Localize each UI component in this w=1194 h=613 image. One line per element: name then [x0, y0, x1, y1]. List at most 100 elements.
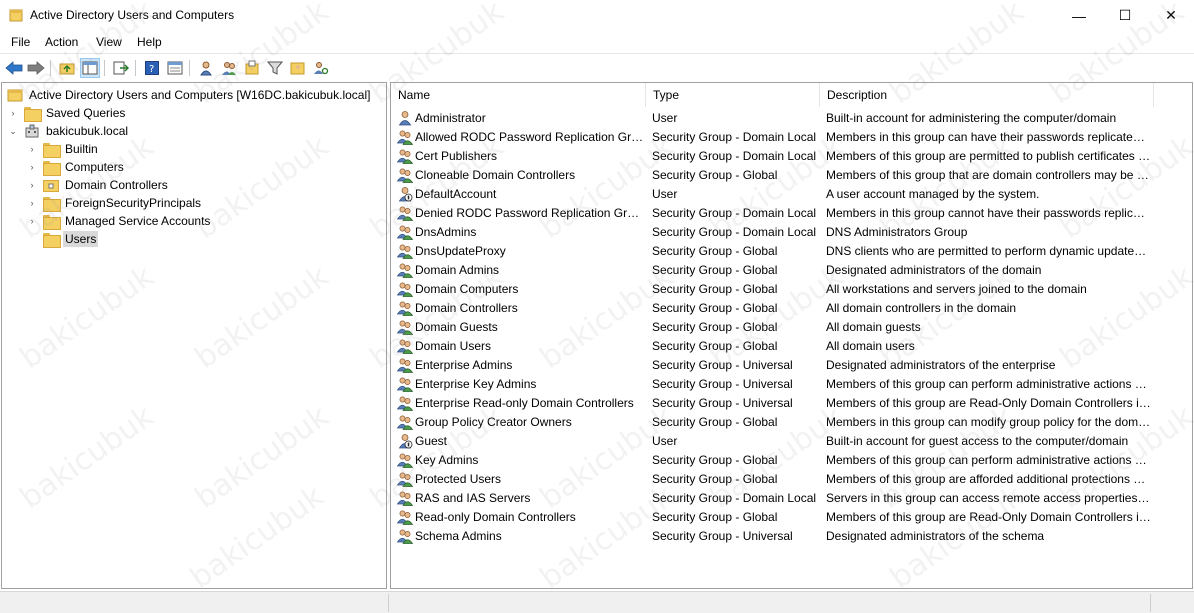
menu-help[interactable]: Help	[137, 35, 162, 49]
find-icon[interactable]	[311, 58, 331, 78]
column-header-type[interactable]: Type	[646, 83, 820, 107]
group-icon	[396, 129, 414, 145]
minimize-button[interactable]: —	[1056, 0, 1102, 31]
chevron-right-icon[interactable]: ›	[26, 143, 38, 155]
tree-item-managed-service-accounts[interactable]: › Managed Service Accounts	[26, 212, 212, 230]
chevron-right-icon[interactable]: ›	[26, 161, 38, 173]
disabled-user-icon	[397, 186, 413, 202]
table-row[interactable]: Domain Computers Security Group - Global A…	[391, 280, 1192, 299]
cell-type: Security Group - Universal	[652, 377, 793, 391]
menu-file[interactable]: File	[11, 35, 30, 49]
cell-name: Cert Publishers	[415, 149, 498, 163]
cell-description: Members in this group can have their pas…	[826, 130, 1151, 144]
forward-arrow-icon[interactable]	[26, 58, 46, 78]
menu-view[interactable]: View	[96, 35, 122, 49]
tree-item-domain[interactable]: ⌄ bakicubuk.local	[7, 122, 130, 140]
table-row[interactable]: Domain Controllers Security Group - Globa…	[391, 299, 1192, 318]
column-header-name[interactable]: Name	[391, 83, 646, 107]
menu-action[interactable]: Action	[45, 35, 78, 49]
table-row[interactable]: Enterprise Admins Security Group - Univer…	[391, 356, 1192, 375]
cell-description: Built-in account for administering the c…	[826, 111, 1117, 125]
table-row[interactable]: Enterprise Read-only Domain Controllers S…	[391, 394, 1192, 413]
tree-item-users[interactable]: Users	[26, 230, 99, 248]
table-row[interactable]: Enterprise Key Admins Security Group - Un…	[391, 375, 1192, 394]
results-pane[interactable]: Name Type Description Administrator User B…	[390, 82, 1193, 589]
table-row[interactable]: Schema Admins Security Group - Universal D…	[391, 527, 1192, 546]
filter-icon[interactable]	[265, 58, 285, 78]
cell-name: Schema Admins	[415, 529, 502, 543]
cell-description: Members of this group are Read-Only Doma…	[826, 396, 1151, 410]
cell-name: Domain Users	[415, 339, 492, 353]
group-icon	[396, 243, 414, 259]
status-bar	[0, 591, 1194, 613]
new-ou-icon[interactable]	[242, 58, 262, 78]
tree-item-computers[interactable]: › Computers	[26, 158, 126, 176]
chevron-right-icon[interactable]: ›	[26, 197, 38, 209]
table-row[interactable]: Group Policy Creator Owners Security Grou…	[391, 413, 1192, 432]
export-list-icon[interactable]	[111, 58, 131, 78]
table-row[interactable]: Domain Guests Security Group - Global All …	[391, 318, 1192, 337]
chevron-down-icon[interactable]: ⌄	[7, 125, 19, 137]
tree-item-foreign-security-principals[interactable]: › ForeignSecurityPrincipals	[26, 194, 203, 212]
cell-type: User	[652, 434, 678, 448]
add-to-group-icon[interactable]	[288, 58, 308, 78]
new-user-icon[interactable]	[196, 58, 216, 78]
cell-type: Security Group - Global	[652, 320, 778, 334]
column-header-description[interactable]: Description	[820, 83, 1154, 107]
cell-type: Security Group - Domain Local	[652, 225, 817, 239]
table-row[interactable]: DnsAdmins Security Group - Domain Local DN…	[391, 223, 1192, 242]
cell-description: All workstations and servers joined to t…	[826, 282, 1087, 296]
tree-root[interactable]: Active Directory Users and Computers [W1…	[7, 86, 372, 104]
table-row[interactable]: Key Admins Security Group - Global Members…	[391, 451, 1192, 470]
tree-item-builtin[interactable]: › Builtin	[26, 140, 100, 158]
cell-description: Designated administrators of the schema	[826, 529, 1045, 543]
table-row[interactable]: Read-only Domain Controllers Security Gro…	[391, 508, 1192, 527]
chevron-right-icon[interactable]: ›	[7, 107, 19, 119]
table-row[interactable]: Administrator User Built-in account for ad…	[391, 109, 1192, 128]
group-icon	[396, 528, 414, 544]
cell-name: DefaultAccount	[415, 187, 497, 201]
cell-name: DnsAdmins	[415, 225, 477, 239]
table-row[interactable]: DnsUpdateProxy Security Group - Global DNS…	[391, 242, 1192, 261]
cell-type: Security Group - Domain Local	[652, 206, 817, 220]
list-header: Name Type Description	[391, 83, 1192, 107]
tree-item-saved-queries[interactable]: › Saved Queries	[7, 104, 127, 122]
table-row[interactable]: RAS and IAS Servers Security Group - Doma…	[391, 489, 1192, 508]
cell-description: All domain controllers in the domain	[826, 301, 1017, 315]
help-icon[interactable]: ?	[142, 58, 162, 78]
folder-icon	[43, 160, 61, 176]
table-row[interactable]: Domain Users Security Group - Global All d…	[391, 337, 1192, 356]
console-tree-pane[interactable]: Active Directory Users and Computers [W1…	[1, 82, 387, 589]
table-row[interactable]: Cloneable Domain Controllers Security Gro…	[391, 166, 1192, 185]
table-row[interactable]: DefaultAccount User A user account managed…	[391, 185, 1192, 204]
chevron-right-icon[interactable]: ›	[26, 179, 38, 191]
close-button[interactable]: ✕	[1148, 0, 1194, 31]
cell-type: Security Group - Global	[652, 472, 778, 486]
group-icon	[396, 167, 414, 183]
table-row[interactable]: Domain Admins Security Group - Global Desi…	[391, 261, 1192, 280]
table-row[interactable]: Cert Publishers Security Group - Domain L…	[391, 147, 1192, 166]
maximize-button[interactable]: ☐	[1102, 0, 1148, 31]
tree-item-domain-controllers[interactable]: › Domain Controllers	[26, 176, 170, 194]
cell-type: Security Group - Domain Local	[652, 149, 817, 163]
cell-name: DnsUpdateProxy	[415, 244, 506, 258]
group-icon	[396, 357, 414, 373]
cell-type: User	[652, 111, 678, 125]
table-row[interactable]: Protected Users Security Group - Global Me…	[391, 470, 1192, 489]
folder-icon	[43, 142, 61, 158]
cell-type: Security Group - Global	[652, 244, 778, 258]
title-bar[interactable]: Active Directory Users and Computers — ☐…	[0, 0, 1194, 31]
table-row[interactable]: Allowed RODC Password Replication Group S…	[391, 128, 1192, 147]
new-group-icon[interactable]	[219, 58, 239, 78]
group-icon	[396, 262, 414, 278]
back-arrow-icon[interactable]	[4, 58, 24, 78]
show-console-tree-icon[interactable]	[80, 58, 100, 78]
up-folder-icon[interactable]	[57, 58, 77, 78]
tree-root-label: Active Directory Users and Computers [W1…	[29, 88, 371, 102]
group-icon	[396, 205, 414, 221]
chevron-right-icon[interactable]: ›	[26, 215, 38, 227]
table-row[interactable]: Guest User Built-in account for guest acce…	[391, 432, 1192, 451]
table-row[interactable]: Denied RODC Password Replication Group Se…	[391, 204, 1192, 223]
cell-type: Security Group - Global	[652, 339, 778, 353]
properties-icon[interactable]	[165, 58, 185, 78]
